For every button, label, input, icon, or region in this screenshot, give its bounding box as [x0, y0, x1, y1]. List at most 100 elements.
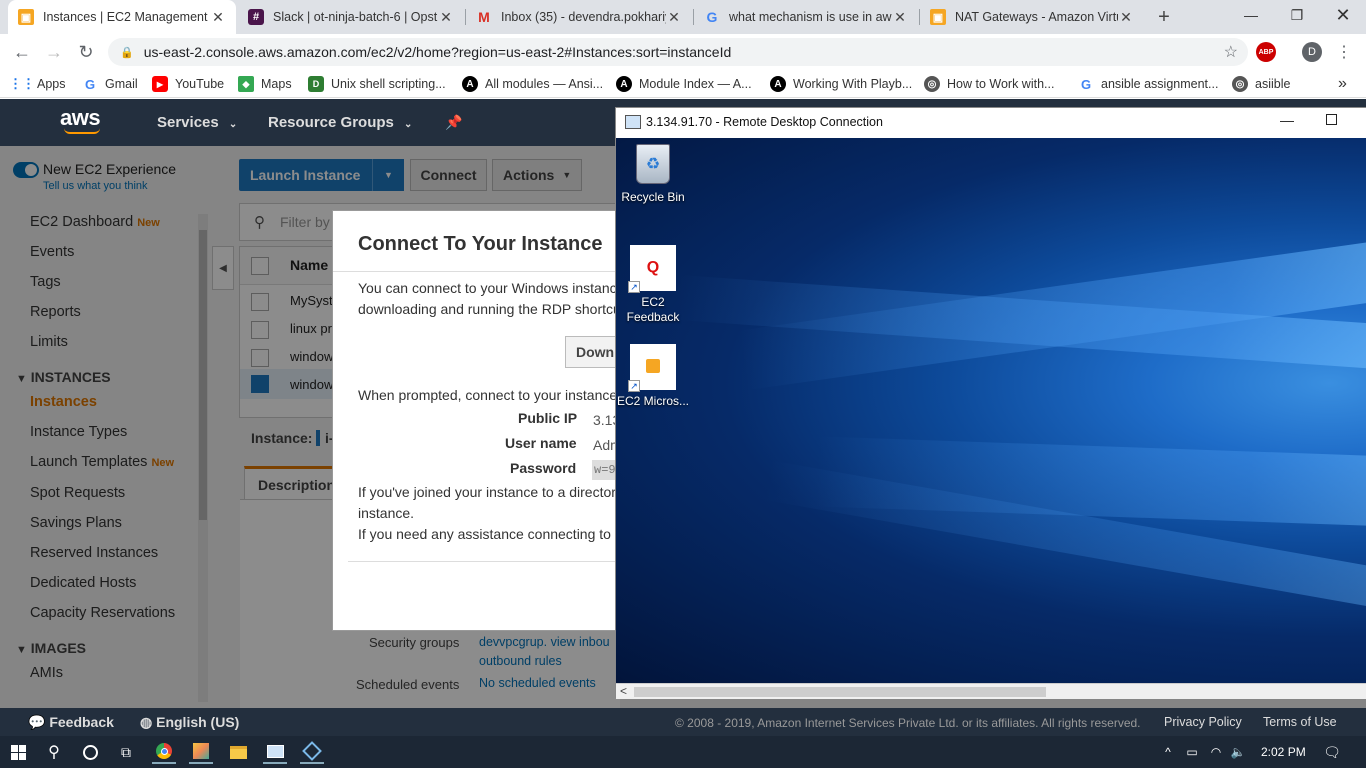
- shortcut-arrow-icon: ↗: [628, 281, 640, 293]
- bookmark-ansible-modules[interactable]: A All modules — Ansi...: [462, 74, 603, 94]
- intro-line-1: You can connect to your Windows instanc: [358, 280, 617, 296]
- directory-note: If you've joined your instance to a dire…: [358, 484, 616, 500]
- desktop-icon-label: EC2 Micros...: [617, 394, 690, 408]
- bookmark-playbooks[interactable]: A Working With Playb...: [770, 74, 912, 94]
- new-tab-button[interactable]: +: [1152, 5, 1176, 29]
- bookmark-star-icon[interactable]: ☆: [1224, 42, 1238, 62]
- clock-time[interactable]: 2:02 PM: [1261, 745, 1306, 759]
- bookmark-apps[interactable]: ⋮⋮ Apps: [9, 74, 66, 94]
- tab-nat-gateways[interactable]: ▣ NAT Gateways - Amazon Virtu ✕: [920, 0, 1144, 34]
- assistance-note: If you need any assistance connecting to: [358, 526, 611, 542]
- prompt-text: When prompted, connect to your instance: [358, 387, 618, 403]
- scroll-thumb[interactable]: [634, 687, 1046, 697]
- battery-icon[interactable]: ▭: [1180, 740, 1204, 764]
- maps-icon: ◆: [238, 76, 254, 92]
- rdp-maximize-icon[interactable]: [1326, 114, 1337, 125]
- rdp-minimize-icon[interactable]: —: [1280, 112, 1294, 128]
- task-view-icon[interactable]: ⧉: [114, 740, 138, 764]
- scroll-left-icon[interactable]: <: [620, 684, 627, 698]
- bookmark-ansible-assignment[interactable]: Gansible assignment...: [1078, 74, 1219, 94]
- remote-desktop-taskbar-icon[interactable]: [263, 740, 287, 764]
- action-center-icon[interactable]: 🗨: [1320, 740, 1344, 764]
- bookmark-module-index[interactable]: A Module Index — A...: [616, 74, 752, 94]
- aws-cube-icon: ▣: [18, 9, 34, 25]
- tab-gmail[interactable]: M Inbox (35) - devendra.pokhariy ✕: [466, 0, 692, 34]
- slack-icon: #: [248, 9, 264, 25]
- terms-of-use-link[interactable]: Terms of Use: [1263, 715, 1337, 729]
- services-label: Services: [157, 114, 219, 131]
- pin-icon[interactable]: 📌: [445, 114, 462, 131]
- bookmark-label: ansible assignment...: [1101, 77, 1219, 91]
- public-ip-label: Public IP: [518, 410, 578, 426]
- ansible-icon: A: [616, 76, 632, 92]
- globe-icon: ◍: [140, 714, 153, 730]
- file-explorer-icon[interactable]: [226, 740, 250, 764]
- restore-icon[interactable]: ❐: [1274, 0, 1320, 30]
- unix-site-icon: D: [308, 76, 324, 92]
- adblock-icon[interactable]: ABP: [1256, 42, 1276, 62]
- bookmark-label: asiible: [1255, 77, 1291, 91]
- rdp-horizontal-scrollbar[interactable]: <: [616, 683, 1366, 699]
- close-tab-icon[interactable]: ✕: [438, 9, 454, 26]
- feedback-button[interactable]: 💬 Feedback: [28, 714, 114, 731]
- tab-title: Instances | EC2 Management C: [43, 10, 210, 24]
- google-icon: G: [1080, 76, 1092, 92]
- virtualbox-icon[interactable]: [300, 740, 324, 764]
- aws-footer: 💬 Feedback ◍ English (US) © 2008 - 2019,…: [0, 708, 1366, 736]
- close-window-icon[interactable]: ✕: [1320, 0, 1366, 30]
- services-menu[interactable]: Services ⌄: [157, 114, 237, 131]
- aws-cube-icon: [646, 359, 660, 373]
- bookmark-unix-shell[interactable]: D Unix shell scripting...: [308, 74, 446, 94]
- wifi-icon[interactable]: ◠: [1204, 740, 1228, 764]
- back-arrow-icon[interactable]: ←: [8, 38, 36, 66]
- desktop-icon-ec2-feedback[interactable]: Q ↗ EC2 Feedback: [617, 245, 689, 325]
- bookmark-youtube[interactable]: ▶ YouTube: [152, 74, 224, 94]
- language-selector[interactable]: ◍ English (US): [140, 714, 239, 731]
- desktop-icon-label: Recycle Bin: [621, 190, 685, 204]
- chrome-taskbar-icon[interactable]: [152, 740, 176, 764]
- connect-instance-dialog: Connect To Your Instance You can connect…: [332, 210, 625, 631]
- speech-bubble-icon: 💬: [28, 714, 46, 730]
- q-glyph: Q: [646, 259, 660, 276]
- profile-avatar[interactable]: D: [1302, 42, 1322, 62]
- privacy-policy-link[interactable]: Privacy Policy: [1164, 715, 1242, 729]
- reload-icon[interactable]: ↻: [72, 38, 100, 66]
- windows-start-icon[interactable]: [6, 740, 30, 764]
- menu-dots-icon[interactable]: ⋮: [1336, 42, 1352, 62]
- aws-smile-icon: [64, 128, 100, 134]
- rdp-title: 3.134.91.70 - Remote Desktop Connection: [646, 115, 883, 129]
- gmail-icon: M: [478, 9, 490, 25]
- forward-arrow-icon[interactable]: →: [40, 38, 68, 66]
- close-tab-icon[interactable]: ✕: [1118, 9, 1134, 26]
- resource-groups-menu[interactable]: Resource Groups ⌄: [268, 114, 412, 131]
- desktop-icon-recycle-bin[interactable]: ♻ Recycle Bin: [617, 144, 689, 205]
- youtube-icon: ▶: [152, 76, 168, 92]
- bookmark-label: Gmail: [105, 77, 138, 91]
- google-icon: G: [84, 76, 96, 92]
- desktop-icon-ec2-micros[interactable]: ↗ EC2 Micros...: [617, 344, 689, 409]
- bookmarks-bar: ⋮⋮ Apps G Gmail ▶ YouTube ◆ Maps D Unix shell…: [0, 70, 1366, 98]
- close-tab-icon[interactable]: ✕: [210, 9, 226, 26]
- tab-slack[interactable]: # Slack | ot-ninja-batch-6 | Opst ✕: [238, 0, 464, 34]
- cortana-icon[interactable]: [78, 740, 102, 764]
- tab-google-search[interactable]: G what mechanism is use in aws ✕: [694, 0, 918, 34]
- close-tab-icon[interactable]: ✕: [892, 9, 908, 26]
- bookmark-how-to-work[interactable]: ◎ How to Work with...: [924, 74, 1054, 94]
- volume-icon[interactable]: 🔈: [1226, 740, 1250, 764]
- search-icon[interactable]: ⚲: [42, 740, 66, 764]
- paint-app-icon[interactable]: [189, 740, 213, 764]
- bookmark-maps[interactable]: ◆ Maps: [238, 74, 292, 94]
- tab-ec2-instances[interactable]: ▣ Instances | EC2 Management C ✕: [8, 0, 236, 34]
- globe-icon: ◎: [924, 76, 940, 92]
- minimize-icon[interactable]: —: [1228, 0, 1274, 30]
- rdp-title-bar[interactable]: 3.134.91.70 - Remote Desktop Connection …: [616, 108, 1366, 138]
- url-bar[interactable]: 🔒 us-east-2.console.aws.amazon.com/ec2/v…: [108, 38, 1248, 66]
- bookmarks-overflow[interactable]: »: [1338, 74, 1347, 94]
- bookmark-label: Module Index — A...: [639, 77, 752, 91]
- bookmark-asiible[interactable]: ◎ asiible: [1232, 74, 1290, 94]
- bookmark-gmail[interactable]: G Gmail: [82, 74, 138, 94]
- copyright-text: © 2008 - 2019, Amazon Internet Services …: [675, 716, 1141, 730]
- username-label: User name: [505, 435, 577, 451]
- tray-expand-icon[interactable]: ^: [1156, 740, 1180, 764]
- close-tab-icon[interactable]: ✕: [666, 9, 682, 26]
